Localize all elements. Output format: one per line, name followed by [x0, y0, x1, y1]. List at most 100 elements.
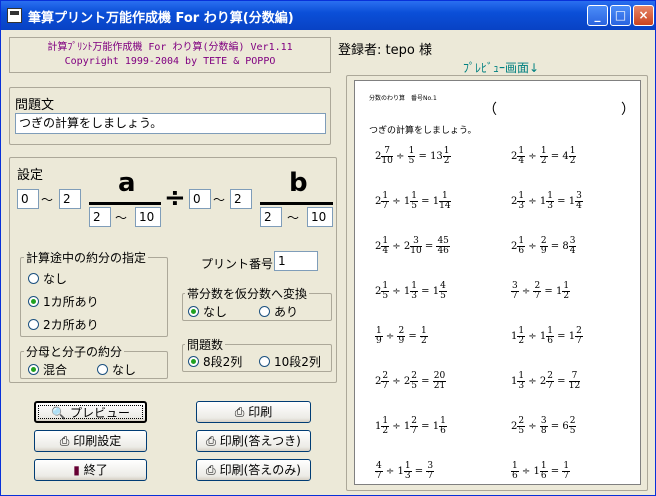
reduce-mid-none-radio[interactable]: なし — [28, 270, 67, 287]
denominator: 3 — [547, 201, 553, 211]
mixed-number: 20 21 — [432, 372, 447, 391]
denominator: 9 — [376, 336, 382, 346]
print-answers-only-button-label: 印刷(答えのみ) — [219, 463, 301, 477]
mixed-number: 113 — [540, 192, 554, 211]
denominator: 3 — [518, 201, 525, 211]
divide-sign: ÷ — [525, 331, 540, 342]
mixed-number: 412 — [562, 147, 577, 166]
b-whole-tilde: ～ — [213, 193, 226, 207]
print-answers-only-button[interactable]: ⎙ 印刷(答えのみ) — [196, 459, 311, 481]
mixed-number: 37 — [426, 462, 435, 481]
fraction: 12 — [419, 327, 428, 346]
exit-button[interactable]: ▮ 終了 — [34, 459, 147, 481]
b-whole-min-input[interactable]: 0 — [189, 189, 211, 209]
fraction: 25 — [568, 417, 577, 436]
print-number-input[interactable]: 1 — [274, 251, 318, 271]
denominator: 7 — [382, 381, 389, 391]
fraction: 13 — [546, 192, 554, 211]
mixed-number: 227 — [540, 372, 554, 391]
window-title: 筆算プリント万能作成機 For わり算(分数編) — [28, 11, 294, 26]
fraction: 16 — [439, 417, 447, 436]
print-number-label: プリント番号 — [201, 257, 274, 271]
mixed-number: 116 — [540, 327, 554, 346]
problem-item: 225 ÷ 38 = 625 — [511, 417, 577, 436]
a-whole-tilde: ～ — [41, 193, 54, 207]
title-bar[interactable]: 筆算プリント万能作成機 For わり算(分数編) _ □ × — [1, 1, 655, 30]
fraction: 12 — [442, 147, 451, 166]
mixed-number: 47 — [375, 462, 383, 481]
preview-button[interactable]: 🔍 プレビュー — [34, 401, 147, 423]
equals-sign: = — [541, 286, 556, 297]
denominator: 6 — [518, 246, 525, 256]
question-input[interactable]: つぎの計算をしましょう。 — [15, 113, 326, 134]
equals-sign: = — [415, 151, 431, 162]
divide-sign: ÷ — [382, 466, 398, 477]
mixed-number: 127 — [569, 327, 583, 346]
print-settings-button-label: 印刷設定 — [73, 434, 122, 448]
denominator: 7 — [411, 426, 417, 436]
print-button[interactable]: ⎙ 印刷 — [196, 401, 311, 423]
divide-sign: ÷ — [525, 196, 540, 207]
reduce-mid-one-radio[interactable]: 1カ所あり — [28, 293, 99, 310]
print-settings-button[interactable]: ⎙ 印刷設定 — [34, 430, 147, 452]
problem-count-10x2-radio[interactable]: 10段2列 — [259, 353, 321, 370]
sheet-paren-close: ） — [621, 102, 635, 118]
reduce-mid-two-radio[interactable]: 2カ所あり — [28, 316, 99, 333]
fraction: 27 — [575, 327, 583, 346]
mixed-number: 1 1 14 — [433, 192, 451, 211]
reduce-final-mixed-radio[interactable]: 混合 — [28, 361, 67, 378]
minimize-button[interactable]: _ — [587, 5, 608, 26]
preview-sheet[interactable]: 分数のわり算 番号No.1 （ ） つぎの計算をしましょう。 2 7 10 ÷ 15… — [354, 80, 641, 485]
mixed-number: 834 — [562, 237, 577, 256]
b-whole-max-input[interactable]: 2 — [230, 189, 252, 209]
app-icon[interactable] — [7, 8, 22, 23]
divide-sign: ÷ — [525, 376, 540, 387]
mixed-number: 29 — [539, 237, 548, 256]
mixed-number: 2 3 10 — [404, 237, 422, 256]
mixed-number: 116 — [433, 417, 447, 436]
denominator: 5 — [382, 291, 389, 301]
equals-sign: = — [417, 196, 433, 207]
mixed-number: 214 — [511, 147, 526, 166]
fraction: 27 — [410, 417, 418, 436]
problem-count-label: 問題数 — [185, 336, 226, 353]
a-den-max-input[interactable]: 10 — [135, 207, 161, 227]
mixed-number: 116 — [533, 462, 548, 481]
divide-sign: ÷ — [392, 151, 408, 162]
denominator: 3 — [411, 291, 417, 301]
fraction: 12 — [517, 327, 526, 346]
fraction: 37 — [511, 282, 519, 301]
mixed-improper-yes-radio[interactable]: あり — [259, 303, 298, 320]
preview-button-label: プレビュー — [69, 406, 130, 420]
denominator: 2 — [540, 156, 547, 166]
mixed-improper-none-radio[interactable]: なし — [188, 303, 227, 320]
denominator: 2 — [563, 291, 570, 301]
magnifier-icon: 🔍 — [51, 406, 66, 420]
denominator: 12 — [568, 381, 581, 391]
a-whole-max-input[interactable]: 2 — [59, 189, 81, 209]
denominator: 5 — [411, 381, 417, 391]
close-button[interactable]: × — [633, 5, 654, 26]
equals-sign: = — [553, 376, 569, 387]
mixed-number: 45 46 — [436, 237, 450, 256]
a-den-min-input[interactable]: 2 — [89, 207, 111, 227]
b-label: b — [289, 168, 308, 198]
denominator: 4 — [518, 156, 525, 166]
b-den-max-input[interactable]: 10 — [307, 207, 333, 227]
problem-count-8x2-radio[interactable]: 8段2列 — [188, 353, 242, 370]
exit-button-label: 終了 — [83, 463, 108, 477]
fraction: 17 — [381, 192, 390, 211]
fraction: 15 — [381, 282, 390, 301]
b-den-min-input[interactable]: 2 — [260, 207, 282, 227]
radio-label: あり — [274, 305, 299, 319]
fraction: 12 — [539, 147, 548, 166]
print-with-answers-button[interactable]: ⎙ 印刷(答えつき) — [196, 430, 311, 452]
reduce-final-none-radio[interactable]: なし — [97, 361, 136, 378]
problem-item: 16 ÷ 116 = 17 — [511, 462, 571, 481]
sheet-header-title: 分数のわり算 — [369, 95, 406, 102]
a-whole-min-input[interactable]: 0 — [17, 189, 39, 209]
radio-label: なし — [203, 305, 228, 319]
maximize-button[interactable]: □ — [610, 5, 631, 26]
sheet-header-number: 番号No.1 — [411, 95, 437, 102]
equals-sign: = — [421, 241, 437, 252]
